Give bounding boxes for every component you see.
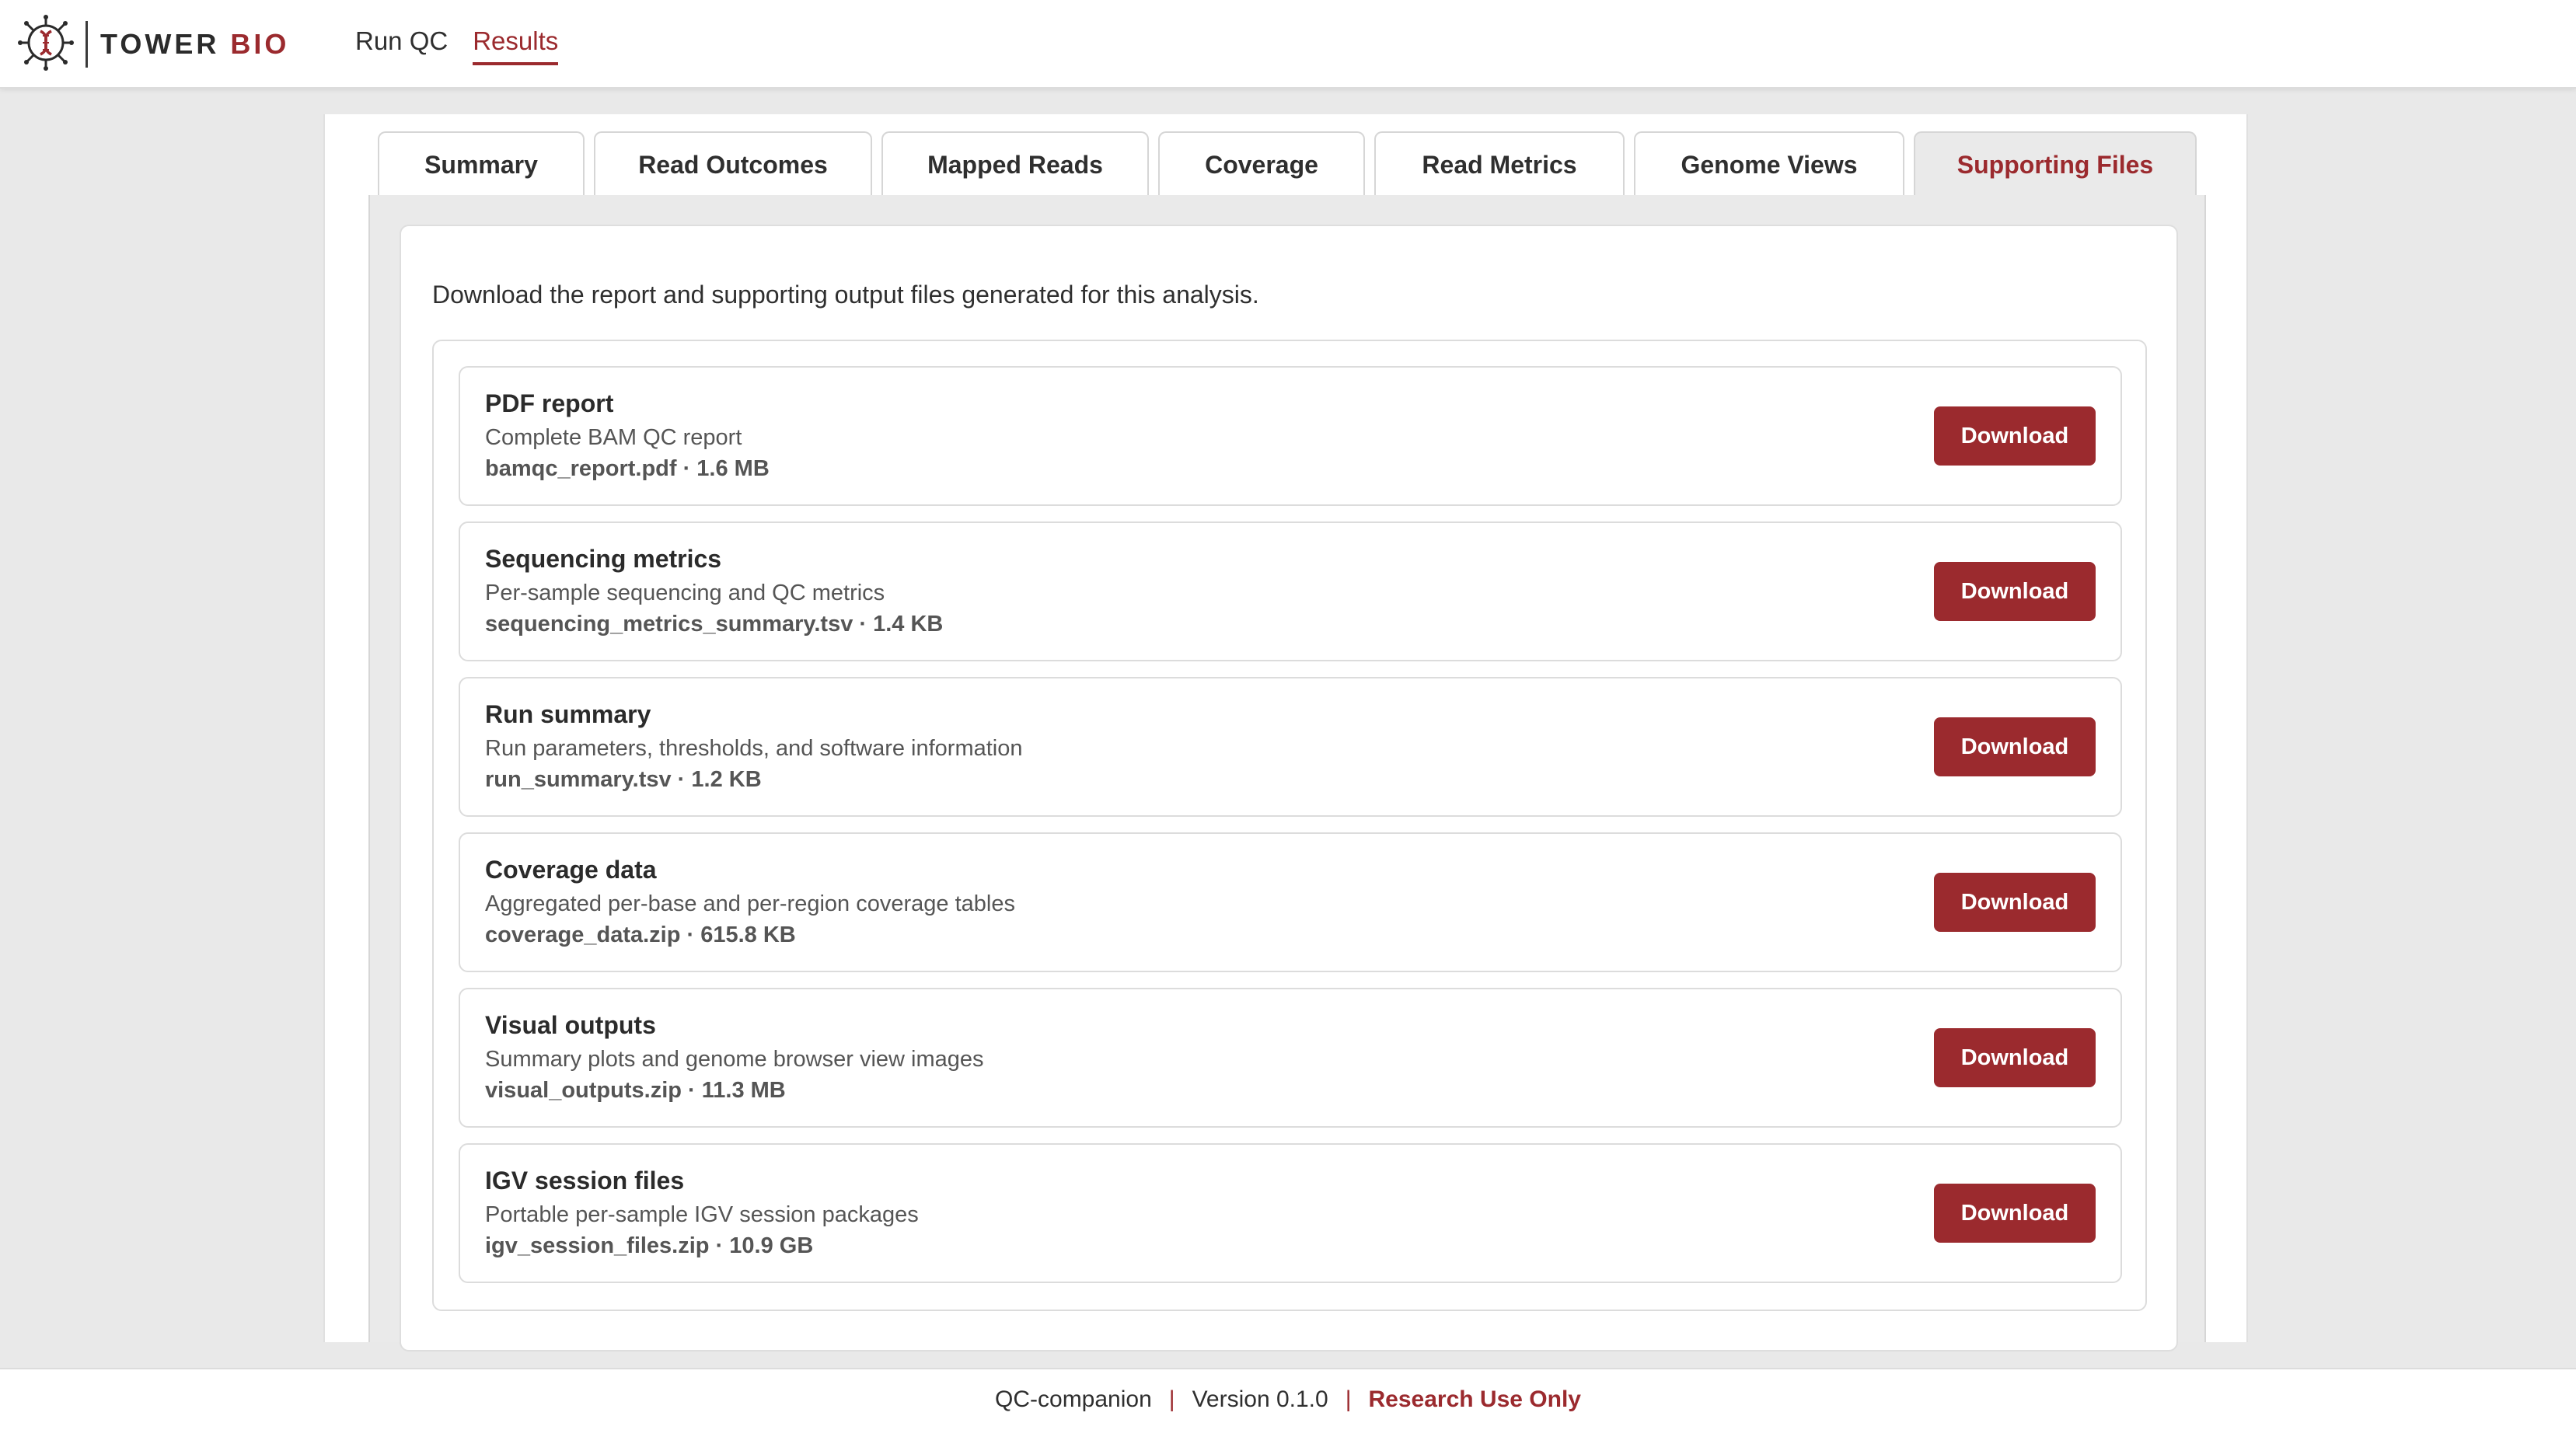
file-row-visual-outputs: Visual outputs Summary plots and genome … <box>459 988 2122 1128</box>
download-button-visual-outputs[interactable]: Download <box>1934 1028 2096 1087</box>
download-button-run-summary[interactable]: Download <box>1934 717 2096 776</box>
file-description: Aggregated per-base and per-region cover… <box>485 891 1015 916</box>
footer-separator: | <box>1168 1386 1175 1412</box>
dna-helix-logo-icon <box>17 14 75 75</box>
download-button-pdf-report[interactable]: Download <box>1934 406 2096 466</box>
intro-text: Download the report and supporting outpu… <box>432 281 1259 309</box>
file-row-pdf-report: PDF report Complete BAM QC report bamqc_… <box>459 366 2122 506</box>
supporting-files-card: Download the report and supporting outpu… <box>400 225 2178 1352</box>
main-nav: Run QC Results <box>355 26 559 65</box>
file-meta: run_summary.tsv · 1.2 KB <box>485 767 762 792</box>
tab-supporting-files[interactable]: Supporting Files <box>1914 131 2197 197</box>
tab-summary[interactable]: Summary <box>378 131 585 197</box>
footer-version: Version 0.1.0 <box>1192 1386 1328 1412</box>
file-description: Run parameters, thresholds, and software… <box>485 736 1023 761</box>
footer: QC-companion | Version 0.1.0 | Research … <box>0 1368 2576 1430</box>
tab-genome-views[interactable]: Genome Views <box>1634 131 1904 197</box>
file-title: IGV session files <box>485 1167 685 1195</box>
file-row-igv-session-files: IGV session files Portable per-sample IG… <box>459 1143 2122 1283</box>
file-meta: visual_outputs.zip · 11.3 MB <box>485 1078 786 1103</box>
nav-run-qc[interactable]: Run QC <box>355 26 448 65</box>
file-row-run-summary: Run summary Run parameters, thresholds, … <box>459 677 2122 817</box>
download-button-coverage-data[interactable]: Download <box>1934 873 2096 932</box>
file-title: PDF report <box>485 389 614 417</box>
tab-read-metrics[interactable]: Read Metrics <box>1374 131 1625 197</box>
tab-mapped-reads[interactable]: Mapped Reads <box>881 131 1149 197</box>
brand-logo[interactable]: TOWER BIO <box>17 14 290 75</box>
file-meta: coverage_data.zip · 615.8 KB <box>485 923 796 947</box>
file-meta: bamqc_report.pdf · 1.6 MB <box>485 456 770 481</box>
file-title: Run summary <box>485 700 651 728</box>
brand-name: TOWER BIO <box>100 28 290 60</box>
tab-read-outcomes[interactable]: Read Outcomes <box>594 131 872 197</box>
file-row-sequencing-metrics: Sequencing metrics Per-sample sequencing… <box>459 521 2122 661</box>
download-button-sequencing-metrics[interactable]: Download <box>1934 562 2096 621</box>
tab-coverage[interactable]: Coverage <box>1158 131 1365 197</box>
files-list: PDF report Complete BAM QC report bamqc_… <box>432 340 2147 1311</box>
file-row-coverage-data: Coverage data Aggregated per-base and pe… <box>459 832 2122 972</box>
file-meta: sequencing_metrics_summary.tsv · 1.4 KB <box>485 612 944 637</box>
file-title: Visual outputs <box>485 1011 656 1039</box>
download-button-igv-session-files[interactable]: Download <box>1934 1184 2096 1243</box>
footer-separator: | <box>1345 1386 1352 1412</box>
file-title: Sequencing metrics <box>485 545 722 573</box>
nav-results[interactable]: Results <box>473 26 559 65</box>
footer-research-use-only: Research Use Only <box>1368 1386 1581 1412</box>
file-description: Per-sample sequencing and QC metrics <box>485 581 885 605</box>
file-meta: igv_session_files.zip · 10.9 GB <box>485 1233 814 1258</box>
file-description: Portable per-sample IGV session packages <box>485 1202 919 1227</box>
logo-divider <box>86 21 88 68</box>
footer-app-name: QC-companion <box>995 1386 1152 1412</box>
file-description: Complete BAM QC report <box>485 425 742 450</box>
file-description: Summary plots and genome browser view im… <box>485 1047 984 1072</box>
results-panel: Summary Read Outcomes Mapped Reads Cover… <box>323 114 2248 1352</box>
results-tabs: Summary Read Outcomes Mapped Reads Cover… <box>378 131 2197 197</box>
file-title: Coverage data <box>485 856 657 884</box>
top-navbar: TOWER BIO Run QC Results <box>0 0 2576 89</box>
tab-content-area: Download the report and supporting outpu… <box>368 195 2206 1352</box>
